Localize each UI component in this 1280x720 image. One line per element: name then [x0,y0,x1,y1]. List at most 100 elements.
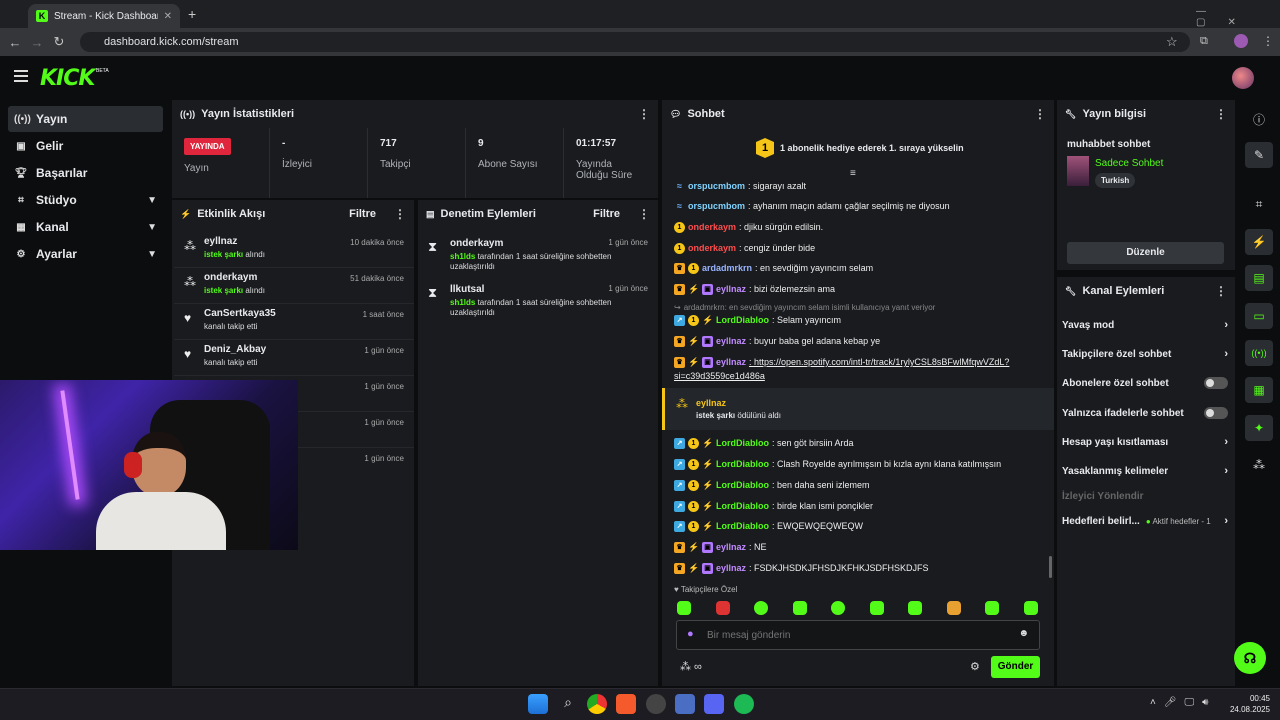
new-tab-button[interactable]: + [188,6,196,22]
microphone-icon[interactable]: ● [687,628,694,640]
chat-message[interactable]: ≈ orspucmbom: sigarayı azalt [674,180,1044,192]
rewards-icon[interactable]: ⁂ [1245,452,1273,478]
chat-bubble-icon[interactable]: ▭ [1245,303,1273,329]
sidebar-item-gelir[interactable]: ▣ Gelir [8,133,163,159]
emote-1[interactable] [677,601,691,615]
chat-settings-icon[interactable]: ⚙ [970,660,980,673]
more-menu-icon[interactable]: ⋮ [638,207,650,221]
sidebar-item-yayin[interactable]: ((•)) Yayın [8,106,163,132]
chat-message[interactable]: ↗ 1 ⚡ LordDiabloo: ben daha seni izlemem [674,479,1044,491]
chat-message[interactable]: ↗ 1 ⚡ LordDiabloo: birde klan ismi ponçikle… [674,500,1044,512]
chat-message[interactable]: ↗ 1 ⚡ LordDiabloo: Selam yayıncım [674,314,1044,326]
windows-start-icon[interactable] [528,694,548,714]
chat-filter-icon[interactable]: ≡ [850,168,856,179]
back-arrow-icon[interactable]: ← [4,35,26,50]
browser-tab[interactable]: K Stream - Kick Dashboard ✕ [28,4,180,28]
action-raid[interactable]: İzleyici Yönlendir [1062,482,1228,510]
activity-row[interactable]: ⁂ eyllnaz istek şarkı alındı 10 dakika ö… [174,232,414,268]
info-icon[interactable]: ⓘ [1245,106,1273,132]
sidebar-item-ayarlar[interactable]: ⚙ Ayarlar ▼ [8,241,163,267]
more-menu-icon[interactable]: ⋮ [1034,107,1046,121]
send-button[interactable]: Gönder [991,656,1040,678]
language-tag[interactable]: Turkish [1095,173,1136,188]
emote-8[interactable] [947,601,961,615]
system-tray[interactable]: ˄🎤︎🖵🔊︎ [1150,697,1216,708]
more-menu-icon[interactable]: ⋮ [1215,284,1227,298]
app-icon[interactable] [646,694,666,714]
browser-menu-icon[interactable]: ⋮ [1262,34,1274,48]
user-avatar[interactable] [1232,67,1254,89]
chat-message[interactable]: ↗ 1 ⚡ LordDiabloo: EWQEWQEQWEQW [674,520,1044,532]
chrome-icon[interactable] [587,694,607,714]
emote-9[interactable] [985,601,999,615]
reload-icon[interactable]: ↻ [48,34,70,50]
pencil-icon[interactable]: ✎ [1245,142,1273,168]
action-emotes-only[interactable]: Yalnızca ifadelerle sohbet [1062,399,1228,427]
activity-row[interactable]: ♥ Deniz_Akbay kanalı takip etti 1 gün ön… [174,340,414,376]
emote-5[interactable] [831,601,845,615]
extensions-icon[interactable]: ⧉ [1200,35,1208,48]
sidebar-item-basarilar[interactable]: 🏆︎ Başarılar [8,160,163,186]
activity-filter-button[interactable]: Filtre [349,208,376,220]
chat-link-continuation[interactable]: si=c39d3559ce1d486a [674,370,1044,382]
action-goals[interactable]: Hedefleri belirl... ● Aktif hedefler - 1… [1062,507,1228,535]
brave-icon[interactable] [616,694,636,714]
bookmark-star-icon[interactable]: ☆ [1166,34,1178,50]
chat-message[interactable]: 1 onderkaym: cengiz ünder bide [674,242,1044,254]
emote-2[interactable] [716,601,730,615]
action-subscribers-only[interactable]: Abonelere özel sohbet [1062,369,1228,397]
pinned-gift-banner[interactable]: 1 1 abonelik hediye ederek 1. sıraya yük… [756,138,964,158]
chat-message[interactable]: ↗ 1 ⚡ LordDiabloo: Clash Royelde ayrılmışsı… [674,458,1044,470]
action-followers-only[interactable]: Takipçilere özel sohbet › [1062,340,1228,368]
chat-message[interactable]: ♛ ⚡ ▣ eyllnaz: FSDKJHSDKJFHSDJKFHKJSDFHSKDJ… [674,562,1044,574]
more-menu-icon[interactable]: ⋮ [1215,107,1227,121]
hamburger-menu-icon[interactable] [14,70,28,82]
emote-6[interactable] [870,601,884,615]
forward-arrow-icon[interactable]: → [26,35,48,50]
sidebar-item-kanal[interactable]: ▦ Kanal ▼ [8,214,163,240]
lightning-icon[interactable]: ⚡ [1245,229,1273,255]
activity-row[interactable]: ⁂ onderkaym istek şarkı alındı 51 dakika… [174,268,414,304]
screenshot-icon[interactable]: ⌗ [1245,191,1273,217]
chat-message[interactable]: ↗ 1 ⚡ LordDiabloo: sen göt birsiin Arda [674,437,1044,449]
moderation-row[interactable]: ⧗ llkutsal sh1lds tarafından 1 saat süre… [418,280,658,318]
points-icon[interactable]: ⁂ ∞ [680,660,702,673]
edit-button[interactable]: Düzenle [1067,242,1224,264]
sidebar-item-studyo[interactable]: ⌗ Stüdyo ▼ [8,187,163,213]
emote-7[interactable] [908,601,922,615]
taskbar-clock[interactable]: 00:45 24.08.2025 [1228,693,1270,715]
chat-input[interactable] [707,626,1007,644]
network-app-icon[interactable] [675,694,695,714]
moderation-filter-button[interactable]: Filtre [593,208,620,220]
emotes-only-toggle[interactable] [1204,407,1228,419]
chat-message[interactable]: ≈ orspucmbom: ayhanım maçın adamı çağlar … [674,200,1044,212]
chat-message[interactable]: ♛ ⚡ ▣ eyllnaz: NE [674,541,1044,553]
category-name[interactable]: Sadece Sohbet [1095,158,1163,169]
spotify-icon[interactable] [734,694,754,714]
chat-message[interactable]: 1 onderkaym: djiku sürgün edilsin. [674,221,1044,233]
emote-10[interactable] [1024,601,1038,615]
chat-message[interactable]: ♛ ⚡ ▣ eyllnaz: https://open.spotify.com/int… [674,356,1044,368]
chat-scrollbar[interactable] [1049,556,1052,578]
subscribers-only-toggle[interactable] [1204,377,1228,389]
action-banned-words[interactable]: Yasaklanmış kelimeler › [1062,457,1228,485]
more-menu-icon[interactable]: ⋮ [638,107,650,121]
more-menu-icon[interactable]: ⋮ [394,207,406,221]
document-icon[interactable]: ▤ [1245,265,1273,291]
emote-3[interactable] [754,601,768,615]
close-tab-icon[interactable]: ✕ [164,11,172,22]
kick-logo[interactable]: KICK [40,66,95,91]
emoji-icon[interactable]: ☻ [1018,628,1029,639]
moderation-row[interactable]: ⧗ onderkaym sh1lds tarafından 1 saat sür… [418,234,658,272]
chat-message[interactable]: ♛ 1 ardadmrkrn: en sevdiğim yayıncım selam [674,262,1044,274]
search-icon[interactable]: ⌕ [558,694,578,714]
action-slow-mode[interactable]: Yavaş mod › [1062,311,1228,339]
activity-row[interactable]: ♥ CanSertkaya35 kanalı takip etti 1 saat… [174,304,414,340]
action-account-age[interactable]: Hesap yaşı kısıtlaması › [1062,428,1228,456]
chat-message[interactable]: ♛ ⚡ ▣ eyllnaz: buyur baba gel adana kebap y… [674,335,1044,347]
wrench-icon[interactable]: ✦ [1245,415,1273,441]
discord-icon[interactable] [704,694,724,714]
chat-message[interactable]: ♛ ⚡ ▣ eyllnaz: bizi özlemezsin ama [674,283,1044,295]
support-chat-button[interactable]: ☊ [1234,642,1266,674]
emote-4[interactable] [793,601,807,615]
